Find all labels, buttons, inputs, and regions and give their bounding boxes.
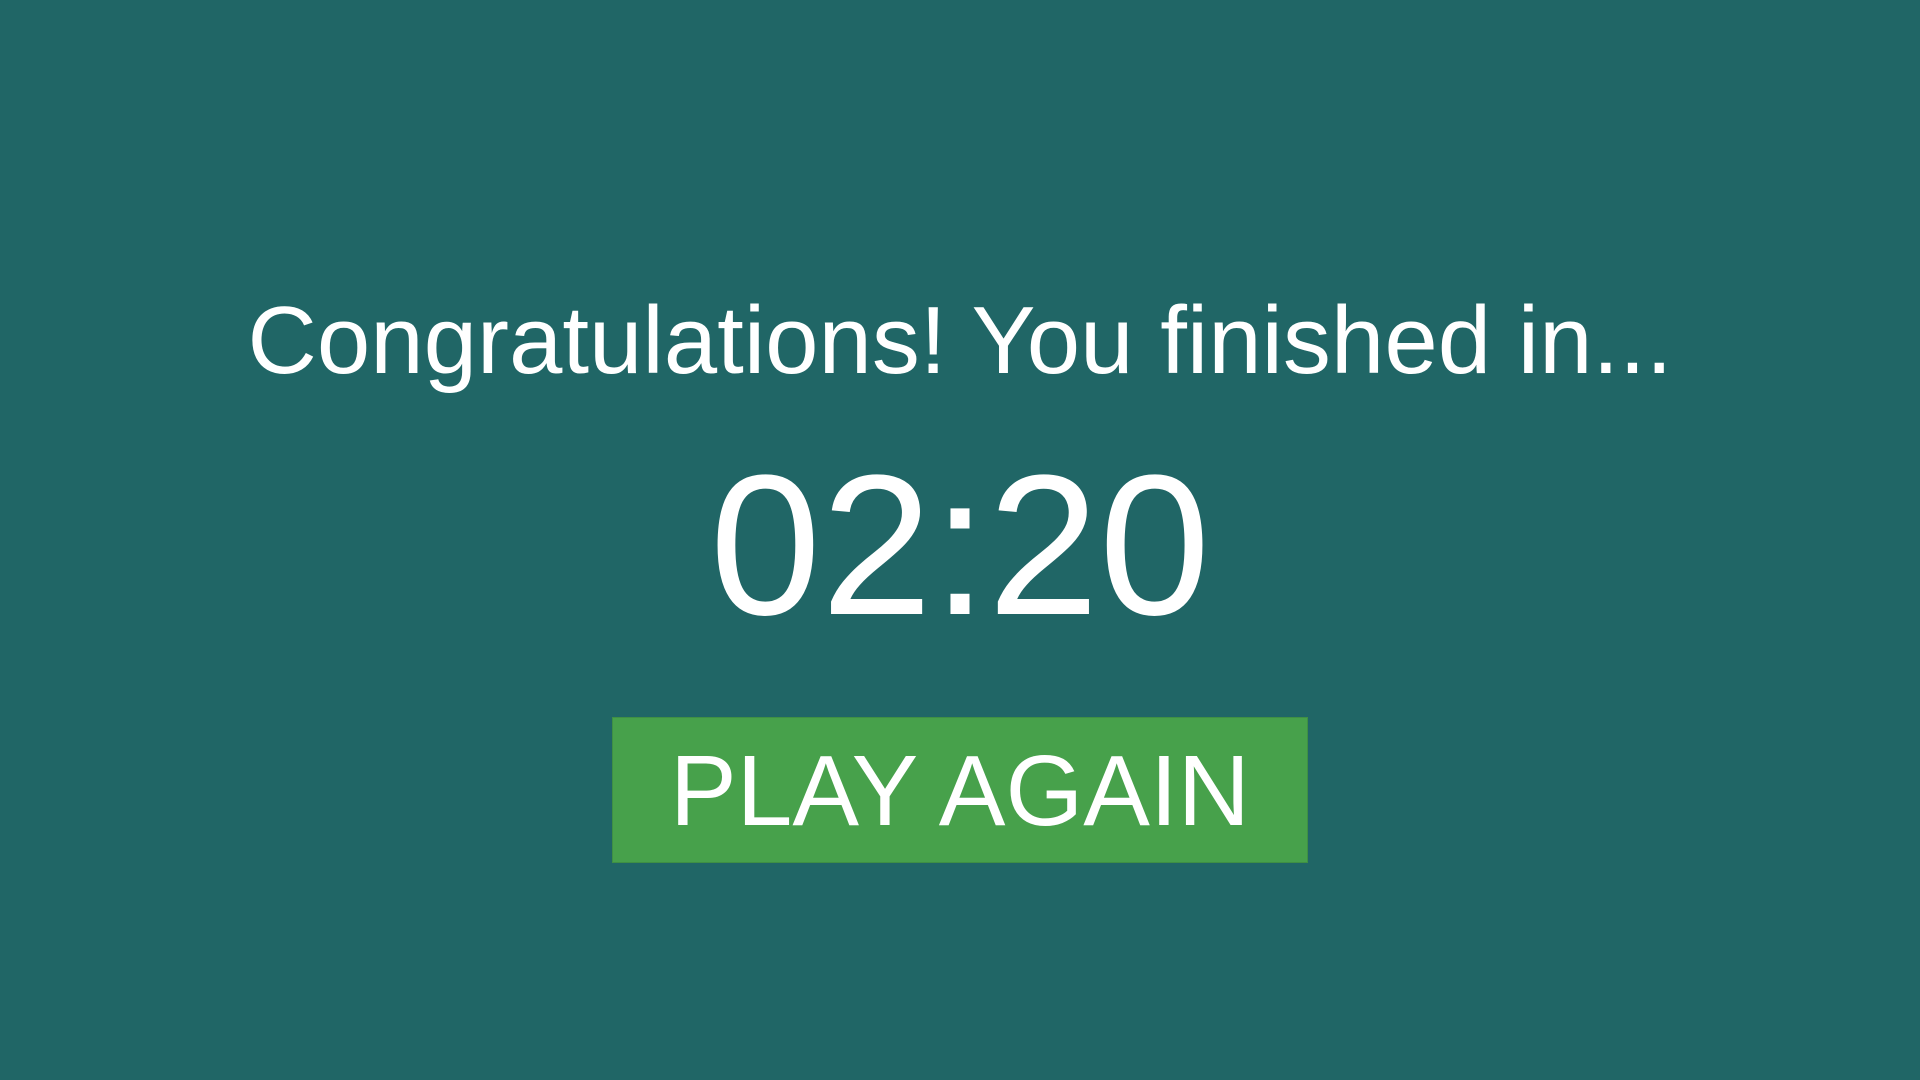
congratulations-message: Congratulations! You finished in... (247, 287, 1673, 394)
play-again-button[interactable]: PLAY AGAIN (612, 717, 1308, 863)
game-over-screen: Congratulations! You finished in... 02:2… (0, 0, 1920, 1080)
finish-time: 02:20 (709, 434, 1211, 657)
